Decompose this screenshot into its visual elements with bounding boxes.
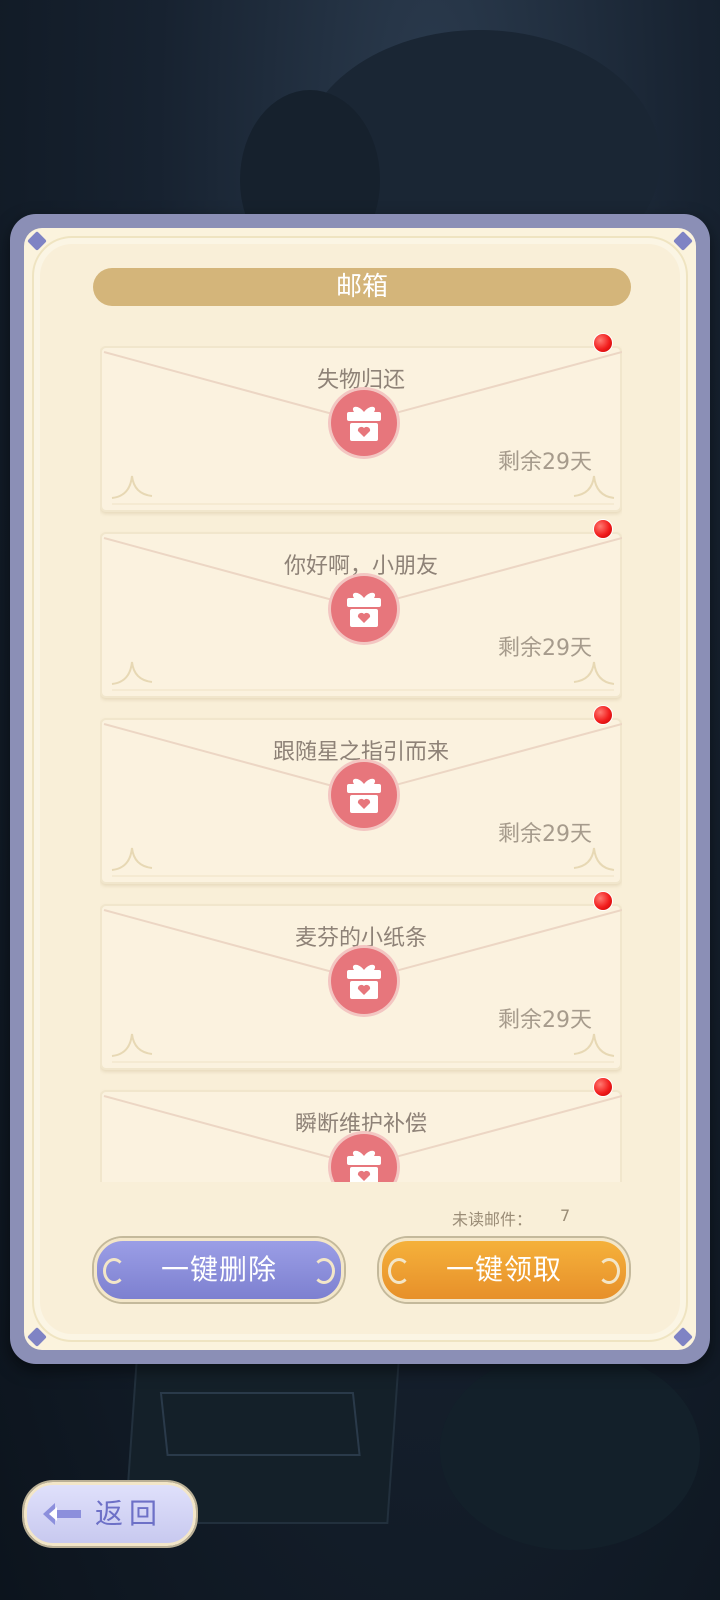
unread-dot — [594, 892, 612, 910]
unread-dot — [594, 1078, 612, 1096]
claim-all-button[interactable]: 一键领取 — [379, 1238, 629, 1302]
remaining-days: 剩余29天 — [498, 822, 592, 847]
corner-ornament-icon — [666, 1320, 700, 1354]
corner-ornament-icon — [666, 224, 700, 258]
swirl-ornament-icon — [388, 1258, 410, 1284]
corner-ornament-icon — [20, 224, 54, 258]
remaining-days: 剩余29天 — [498, 636, 592, 661]
gift-icon — [331, 948, 397, 1014]
remaining-days: 剩余29天 — [498, 1008, 592, 1033]
gift-icon — [331, 762, 397, 828]
swirl-ornament-icon — [103, 1258, 125, 1284]
gift-icon — [331, 576, 397, 642]
title-bar: 邮箱 — [93, 268, 631, 306]
corner-ornament-icon — [20, 1320, 54, 1354]
swirl-ornament-icon — [598, 1258, 620, 1284]
mail-item[interactable]: 你好啊，小朋友 剩余29天 — [100, 532, 622, 698]
back-button[interactable]: 返回 — [24, 1482, 196, 1546]
unread-count: 7 — [560, 1206, 571, 1225]
unread-dot — [594, 706, 612, 724]
unread-dot — [594, 520, 612, 538]
claim-all-label: 一键领取 — [445, 1253, 562, 1286]
mail-item[interactable]: 失物归还 剩余29天 — [100, 346, 622, 512]
unread-label: 未读邮件： — [452, 1210, 533, 1229]
envelope: 跟随星之指引而来 剩余29天 — [100, 718, 622, 884]
envelope: 瞬断维护补偿 剩余29天 — [100, 1090, 622, 1182]
unread-dot — [594, 334, 612, 352]
envelope: 你好啊，小朋友 剩余29天 — [100, 532, 622, 698]
delete-all-button[interactable]: 一键删除 — [94, 1238, 344, 1302]
delete-all-label: 一键删除 — [160, 1253, 277, 1286]
mail-item[interactable]: 麦芬的小纸条 剩余29天 — [100, 904, 622, 1070]
mail-item[interactable]: 跟随星之指引而来 剩余29天 — [100, 718, 622, 884]
mail-list[interactable]: 失物归还 剩余29天 你好啊，小朋友 剩余29天 跟随星之指引而来 剩余29天 … — [100, 346, 622, 1182]
page-title: 邮箱 — [335, 272, 388, 302]
back-arrow-icon — [43, 1503, 81, 1525]
gift-icon — [331, 390, 397, 456]
back-label: 返回 — [95, 1497, 164, 1530]
envelope: 失物归还 剩余29天 — [100, 346, 622, 512]
mail-item[interactable]: 瞬断维护补偿 剩余29天 — [100, 1090, 622, 1182]
envelope: 麦芬的小纸条 剩余29天 — [100, 904, 622, 1070]
remaining-days: 剩余29天 — [498, 450, 592, 475]
swirl-ornament-icon — [313, 1258, 335, 1284]
